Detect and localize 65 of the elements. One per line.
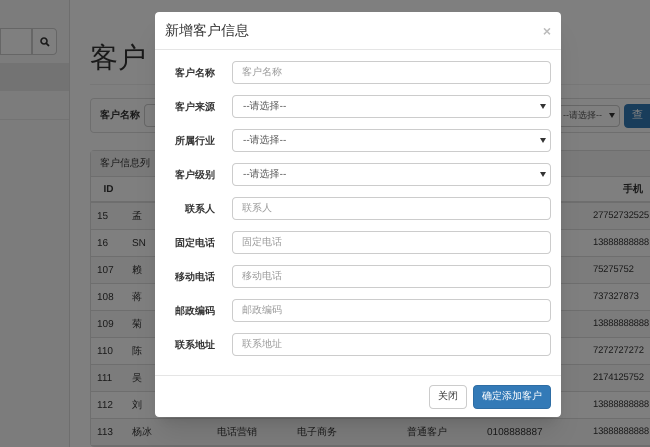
table-cell: 75275752 [593, 264, 634, 275]
close-button[interactable]: 关闭 [429, 384, 467, 408]
table-cell: 2174125752 [593, 372, 644, 383]
field-label: 所属行业 [175, 136, 215, 147]
field-label: 客户级别 [175, 170, 215, 181]
column-header: 手机 [623, 184, 643, 194]
field-label: 固定电话 [175, 238, 215, 249]
table-cell: 108 [97, 292, 114, 302]
table-cell: 电子商务 [297, 426, 337, 438]
table-cell: 孟 [132, 210, 142, 222]
table-cell: 蒋 [132, 292, 142, 302]
table-cell: 13888888888 [593, 236, 649, 248]
input-field[interactable]: 固定电话 [232, 230, 551, 254]
panel-heading: 客户信息列 [100, 156, 150, 171]
field-label: 客户来源 [175, 102, 215, 113]
caret-icon [540, 172, 546, 176]
table-cell: 普通客户 [407, 426, 447, 438]
field-label: 邮政编码 [175, 306, 215, 317]
table-cell: 16 [97, 238, 108, 248]
table-cell: 737327873 [593, 290, 639, 302]
input-field[interactable]: 邮政编码 [232, 298, 551, 322]
table-cell: 陈 [132, 346, 142, 356]
input-field[interactable]: 移动电话 [232, 264, 551, 288]
table-cell: 0108888887 [487, 426, 543, 438]
table-cell: SN [132, 238, 146, 248]
table-cell: 赖 [132, 264, 142, 276]
select-field[interactable]: --请选择-- [232, 94, 551, 118]
caret-icon [540, 138, 546, 142]
table-cell: 27752732525 [593, 210, 649, 221]
table-cell: 菊 [132, 318, 142, 330]
table-cell: 刘 [132, 400, 142, 410]
caret-icon [609, 113, 615, 118]
field-label: 联系人 [185, 204, 215, 215]
caret-icon [540, 104, 546, 108]
confirm-button[interactable]: 确定添加客户 [473, 384, 551, 408]
table-cell: 111 [97, 372, 112, 384]
table-cell: 吴 [132, 372, 142, 384]
field-label: 客户名称 [175, 68, 215, 79]
table-cell: 112 [97, 400, 113, 410]
search-button[interactable] [32, 28, 57, 55]
table-cell: 110 [97, 346, 113, 356]
table-cell: 13888888888 [593, 398, 649, 410]
table-cell: 15 [97, 210, 108, 222]
input-field[interactable]: 联系人 [232, 196, 551, 220]
table-cell: 7272727272 [593, 344, 644, 356]
select-field[interactable]: --请选择-- [232, 162, 551, 186]
table-cell: 107 [97, 264, 114, 276]
search-field[interactable] [0, 28, 32, 55]
filter-select[interactable]: --请选择-- [558, 104, 620, 126]
input-field[interactable]: 客户名称 [232, 60, 551, 84]
field-label: 移动电话 [175, 272, 215, 283]
table-cell: 13888888888 [593, 426, 649, 437]
column-header: ID [104, 184, 114, 194]
input-field[interactable]: 联系地址 [232, 332, 551, 356]
table-cell: 109 [97, 318, 114, 330]
table-cell: 13888888888 [593, 318, 649, 329]
table-cell: 电话营销 [217, 426, 257, 438]
field-label: 联系地址 [175, 340, 215, 351]
search-icon [40, 36, 50, 46]
table-cell: 杨冰 [132, 426, 152, 438]
select-field[interactable]: --请选择-- [232, 128, 551, 152]
page-title: 客户 [90, 42, 146, 73]
filter-label: 客户名称 [100, 108, 140, 123]
table-cell: 113 [97, 426, 113, 438]
modal-title: 新增客户信息 [165, 21, 249, 40]
